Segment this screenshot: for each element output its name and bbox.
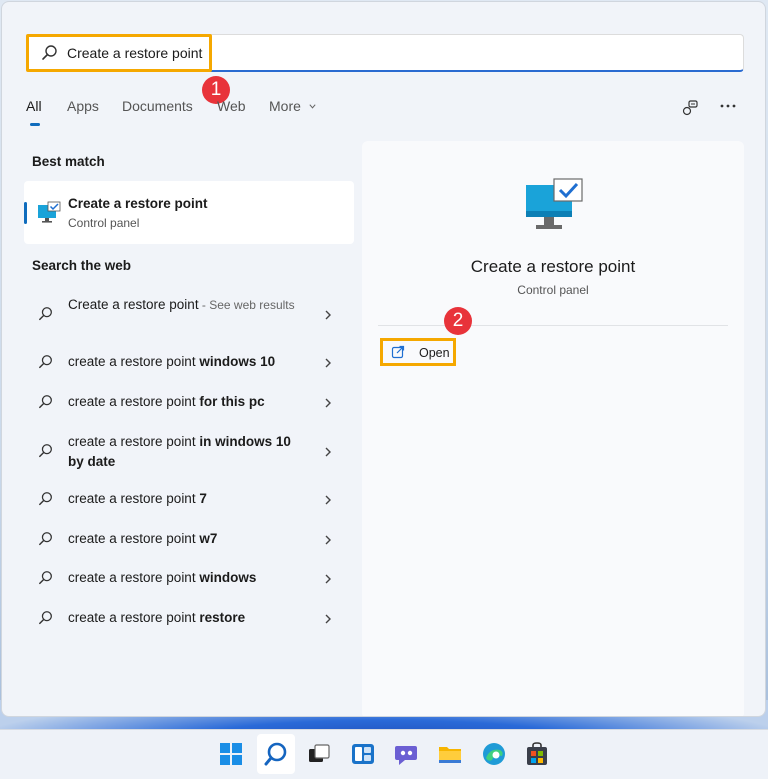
more-options-icon[interactable] bbox=[718, 98, 738, 118]
search-icon bbox=[38, 354, 54, 370]
tab-apps[interactable]: Apps bbox=[67, 98, 99, 114]
web-result-item[interactable]: create a restore point windows 10 bbox=[24, 352, 354, 374]
preview-panel: Create a restore point Control panel Ope… bbox=[362, 141, 744, 716]
web-result-bold: windows 10 bbox=[199, 354, 276, 369]
web-result-item[interactable]: create a restore point windows bbox=[24, 568, 354, 590]
web-result-text: create a restore point bbox=[68, 354, 200, 369]
web-result-item[interactable]: create a restore point restore bbox=[24, 608, 354, 630]
taskbar-search-icon[interactable] bbox=[262, 740, 290, 768]
chat-icon[interactable] bbox=[392, 740, 420, 768]
search-icon bbox=[38, 610, 54, 626]
monitor-check-icon bbox=[524, 177, 586, 233]
web-result-text: create a restore point bbox=[68, 434, 200, 449]
chevron-right-icon bbox=[322, 445, 334, 457]
chevron-right-icon bbox=[322, 572, 334, 584]
search-icon bbox=[38, 491, 54, 507]
search-icon bbox=[38, 394, 54, 410]
web-result-item[interactable]: create a restore point w7 bbox=[24, 529, 354, 551]
task-view-icon[interactable] bbox=[305, 740, 333, 768]
web-result-bold: windows bbox=[199, 570, 257, 585]
web-result-suffix: - See web results bbox=[198, 298, 295, 312]
widgets-icon[interactable] bbox=[349, 740, 377, 768]
monitor-check-icon bbox=[36, 201, 62, 225]
search-icon bbox=[38, 531, 54, 547]
search-window: Create a restore point 1 All Apps Docume… bbox=[1, 1, 766, 717]
microsoft-store-icon[interactable] bbox=[523, 740, 551, 768]
divider bbox=[378, 325, 728, 326]
best-match-heading: Best match bbox=[32, 154, 105, 169]
tab-web[interactable]: Web bbox=[217, 98, 246, 114]
web-result-item[interactable]: Create a restore point - See web results bbox=[24, 294, 354, 336]
best-match-title: Create a restore point bbox=[68, 196, 208, 211]
tab-all[interactable]: All bbox=[26, 98, 42, 114]
feedback-icon[interactable] bbox=[680, 98, 700, 118]
file-explorer-icon[interactable] bbox=[436, 740, 464, 768]
best-match-result[interactable]: Create a restore point Control panel bbox=[24, 181, 354, 244]
web-result-text: create a restore point bbox=[68, 394, 200, 409]
preview-title: Create a restore point bbox=[470, 257, 636, 276]
web-result-text: create a restore point bbox=[68, 610, 200, 625]
tab-more[interactable]: More bbox=[269, 98, 317, 114]
tab-all-indicator bbox=[30, 123, 40, 126]
web-result-bold: 7 bbox=[199, 491, 207, 506]
search-web-heading: Search the web bbox=[32, 258, 132, 273]
open-external-icon bbox=[391, 345, 405, 359]
search-icon bbox=[38, 306, 54, 322]
web-result-text: create a restore point bbox=[68, 570, 200, 585]
edge-browser-icon[interactable] bbox=[480, 740, 508, 768]
taskbar bbox=[0, 729, 768, 779]
web-result-bold: w7 bbox=[199, 531, 218, 546]
windows-start-icon[interactable] bbox=[217, 740, 245, 768]
chevron-right-icon bbox=[322, 396, 334, 408]
search-icon bbox=[38, 443, 54, 459]
chevron-right-icon bbox=[322, 356, 334, 368]
preview-subtitle: Control panel bbox=[517, 283, 589, 297]
search-highlight-box bbox=[26, 34, 212, 72]
selection-indicator bbox=[24, 202, 27, 224]
chevron-right-icon bbox=[322, 612, 334, 624]
open-button[interactable]: Open bbox=[380, 338, 456, 366]
open-button-label: Open bbox=[419, 346, 450, 360]
web-result-text: create a restore point bbox=[68, 531, 200, 546]
web-result-bold: restore bbox=[199, 610, 246, 625]
chevron-right-icon bbox=[322, 533, 334, 545]
web-result-text: create a restore point bbox=[68, 491, 200, 506]
tab-more-label: More bbox=[269, 98, 301, 114]
web-result-bold: for this pc bbox=[199, 394, 265, 409]
web-result-item[interactable]: create a restore point 7 bbox=[24, 489, 354, 511]
web-result-item[interactable]: create a restore point in windows 10 by … bbox=[24, 431, 354, 473]
tab-documents[interactable]: Documents bbox=[122, 98, 193, 114]
chevron-down-icon bbox=[309, 104, 316, 109]
chevron-right-icon bbox=[322, 493, 334, 505]
web-result-item[interactable]: create a restore point for this pc bbox=[24, 392, 354, 414]
best-match-subtitle: Control panel bbox=[68, 216, 140, 230]
search-icon bbox=[38, 570, 54, 586]
chevron-right-icon bbox=[322, 308, 334, 320]
step-badge-2: 2 bbox=[444, 307, 472, 335]
web-result-text: Create a restore point bbox=[68, 297, 199, 312]
